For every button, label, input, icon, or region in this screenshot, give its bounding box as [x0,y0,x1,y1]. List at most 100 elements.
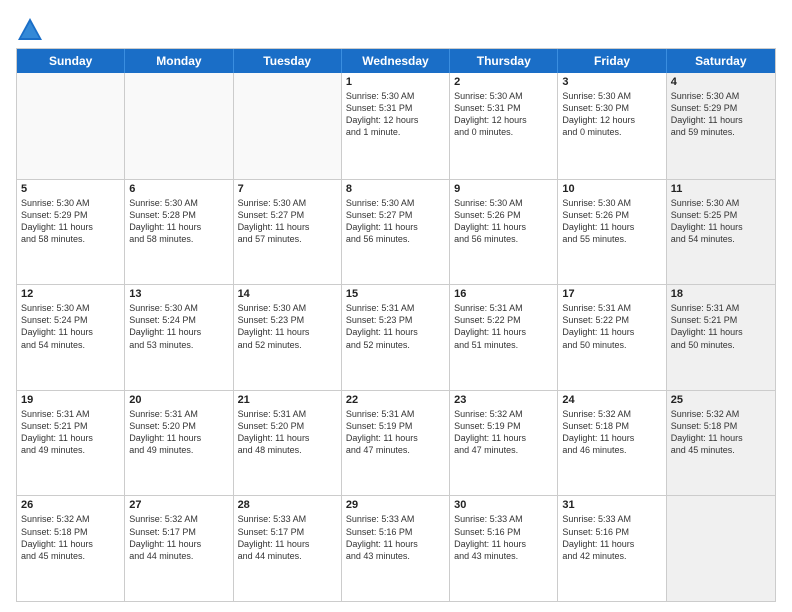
day-number: 13 [129,288,228,300]
calendar-cell: 4Sunrise: 5:30 AMSunset: 5:29 PMDaylight… [667,73,775,179]
day-number: 11 [671,183,771,195]
day-number: 21 [238,394,337,406]
cell-info: Sunrise: 5:33 AMSunset: 5:17 PMDaylight:… [238,513,337,562]
calendar-cell: 25 Sunrise: 5:32 AMSunset: 5:18 PMDayligh… [667,391,775,496]
day-number: 4 [671,76,771,88]
calendar-cell: 30 Sunrise: 5:33 AMSunset: 5:16 PMDayligh… [450,496,558,601]
day-number: 15 [346,288,445,300]
cell-info: Sunrise: 5:33 AMSunset: 5:16 PMDaylight:… [562,513,661,562]
cell-info: Sunrise: 5:31 AMSunset: 5:21 PMDaylight:… [21,408,120,457]
logo-icon [16,16,44,44]
calendar-cell: 3 Sunrise: 5:30 AMSunset: 5:30 PMDaylight… [558,73,666,179]
calendar-cell: 26Sunrise: 5:32 AMSunset: 5:18 PMDayligh… [17,496,125,601]
cell-info: Sunrise: 5:30 AMSunset: 5:29 PMDaylight:… [21,197,120,246]
day-number: 19 [21,394,120,406]
day-number: 31 [562,499,661,511]
calendar-cell: 5 Sunrise: 5:30 AMSunset: 5:29 PMDaylight… [17,180,125,285]
day-number: 18 [671,288,771,300]
calendar-row: 5 Sunrise: 5:30 AMSunset: 5:29 PMDaylight… [17,179,775,285]
calendar-cell: 27Sunrise: 5:32 AMSunset: 5:17 PMDayligh… [125,496,233,601]
cell-info: Sunrise: 5:32 AMSunset: 5:18 PMDaylight:… [21,513,120,562]
cell-info: Sunrise: 5:31 AMSunset: 5:22 PMDaylight:… [454,302,553,351]
cell-info: Sunrise: 5:30 AMSunset: 5:31 PMDaylight:… [346,90,445,139]
calendar-cell: 11 Sunrise: 5:30 AMSunset: 5:25 PMDayligh… [667,180,775,285]
day-number: 9 [454,183,553,195]
calendar-cell: 6 Sunrise: 5:30 AMSunset: 5:28 PMDaylight… [125,180,233,285]
calendar-cell: 14 Sunrise: 5:30 AMSunset: 5:23 PMDayligh… [234,285,342,390]
day-number: 10 [562,183,661,195]
calendar-cell [667,496,775,601]
cell-info: Sunrise: 5:31 AMSunset: 5:21 PMDaylight:… [671,302,771,351]
day-number: 17 [562,288,661,300]
day-number: 24 [562,394,661,406]
day-number: 8 [346,183,445,195]
day-number: 6 [129,183,228,195]
cell-info: Sunrise: 5:30 AMSunset: 5:23 PMDaylight:… [238,302,337,351]
cell-info: Sunrise: 5:31 AMSunset: 5:19 PMDaylight:… [346,408,445,457]
calendar-cell: 1Sunrise: 5:30 AMSunset: 5:31 PMDaylight… [342,73,450,179]
cell-info: Sunrise: 5:31 AMSunset: 5:20 PMDaylight:… [238,408,337,457]
day-number: 12 [21,288,120,300]
calendar-cell: 10Sunrise: 5:30 AMSunset: 5:26 PMDayligh… [558,180,666,285]
calendar-weekday: Saturday [667,49,775,73]
calendar-cell [125,73,233,179]
day-number: 2 [454,76,553,88]
cell-info: Sunrise: 5:30 AMSunset: 5:26 PMDaylight:… [454,197,553,246]
cell-info: Sunrise: 5:30 AMSunset: 5:28 PMDaylight:… [129,197,228,246]
calendar-cell [234,73,342,179]
cell-info: Sunrise: 5:32 AMSunset: 5:18 PMDaylight:… [671,408,771,457]
calendar-cell: 2 Sunrise: 5:30 AMSunset: 5:31 PMDaylight… [450,73,558,179]
calendar-row: 26Sunrise: 5:32 AMSunset: 5:18 PMDayligh… [17,495,775,601]
day-number: 14 [238,288,337,300]
calendar: SundayMondayTuesdayWednesdayThursdayFrid… [16,48,776,602]
calendar-cell: 7Sunrise: 5:30 AMSunset: 5:27 PMDaylight… [234,180,342,285]
calendar-weekday: Wednesday [342,49,450,73]
calendar-cell: 19 Sunrise: 5:31 AMSunset: 5:21 PMDayligh… [17,391,125,496]
calendar-cell [17,73,125,179]
calendar-cell: 16 Sunrise: 5:31 AMSunset: 5:22 PMDayligh… [450,285,558,390]
calendar-cell: 28 Sunrise: 5:33 AMSunset: 5:17 PMDayligh… [234,496,342,601]
cell-info: Sunrise: 5:30 AMSunset: 5:24 PMDaylight:… [21,302,120,351]
cell-info: Sunrise: 5:32 AMSunset: 5:18 PMDaylight:… [562,408,661,457]
cell-info: Sunrise: 5:31 AMSunset: 5:20 PMDaylight:… [129,408,228,457]
calendar-cell: 18 Sunrise: 5:31 AMSunset: 5:21 PMDayligh… [667,285,775,390]
day-number: 28 [238,499,337,511]
calendar-cell: 23 Sunrise: 5:32 AMSunset: 5:19 PMDayligh… [450,391,558,496]
calendar-weekday: Thursday [450,49,558,73]
calendar-weekday: Tuesday [234,49,342,73]
calendar-cell: 20 Sunrise: 5:31 AMSunset: 5:20 PMDayligh… [125,391,233,496]
day-number: 27 [129,499,228,511]
cell-info: Sunrise: 5:30 AMSunset: 5:27 PMDaylight:… [346,197,445,246]
day-number: 20 [129,394,228,406]
calendar-weekday: Monday [125,49,233,73]
day-number: 29 [346,499,445,511]
calendar-cell: 9 Sunrise: 5:30 AMSunset: 5:26 PMDaylight… [450,180,558,285]
cell-info: Sunrise: 5:30 AMSunset: 5:24 PMDaylight:… [129,302,228,351]
cell-info: Sunrise: 5:30 AMSunset: 5:30 PMDaylight:… [562,90,661,139]
page: SundayMondayTuesdayWednesdayThursdayFrid… [0,0,792,612]
calendar-cell: 13 Sunrise: 5:30 AMSunset: 5:24 PMDayligh… [125,285,233,390]
day-number: 3 [562,76,661,88]
cell-info: Sunrise: 5:30 AMSunset: 5:31 PMDaylight:… [454,90,553,139]
cell-info: Sunrise: 5:31 AMSunset: 5:22 PMDaylight:… [562,302,661,351]
cell-info: Sunrise: 5:33 AMSunset: 5:16 PMDaylight:… [454,513,553,562]
calendar-row: 12 Sunrise: 5:30 AMSunset: 5:24 PMDayligh… [17,284,775,390]
cell-info: Sunrise: 5:32 AMSunset: 5:19 PMDaylight:… [454,408,553,457]
day-number: 23 [454,394,553,406]
day-number: 25 [671,394,771,406]
day-number: 30 [454,499,553,511]
calendar-weekday: Friday [558,49,666,73]
day-number: 5 [21,183,120,195]
calendar-cell: 8 Sunrise: 5:30 AMSunset: 5:27 PMDaylight… [342,180,450,285]
calendar-cell: 24 Sunrise: 5:32 AMSunset: 5:18 PMDayligh… [558,391,666,496]
day-number: 16 [454,288,553,300]
calendar-weekday: Sunday [17,49,125,73]
calendar-body: 1Sunrise: 5:30 AMSunset: 5:31 PMDaylight… [17,73,775,601]
day-number: 22 [346,394,445,406]
logo [16,16,48,44]
calendar-cell: 17 Sunrise: 5:31 AMSunset: 5:22 PMDayligh… [558,285,666,390]
calendar-cell: 21 Sunrise: 5:31 AMSunset: 5:20 PMDayligh… [234,391,342,496]
calendar-cell: 12 Sunrise: 5:30 AMSunset: 5:24 PMDayligh… [17,285,125,390]
cell-info: Sunrise: 5:33 AMSunset: 5:16 PMDaylight:… [346,513,445,562]
cell-info: Sunrise: 5:30 AMSunset: 5:25 PMDaylight:… [671,197,771,246]
